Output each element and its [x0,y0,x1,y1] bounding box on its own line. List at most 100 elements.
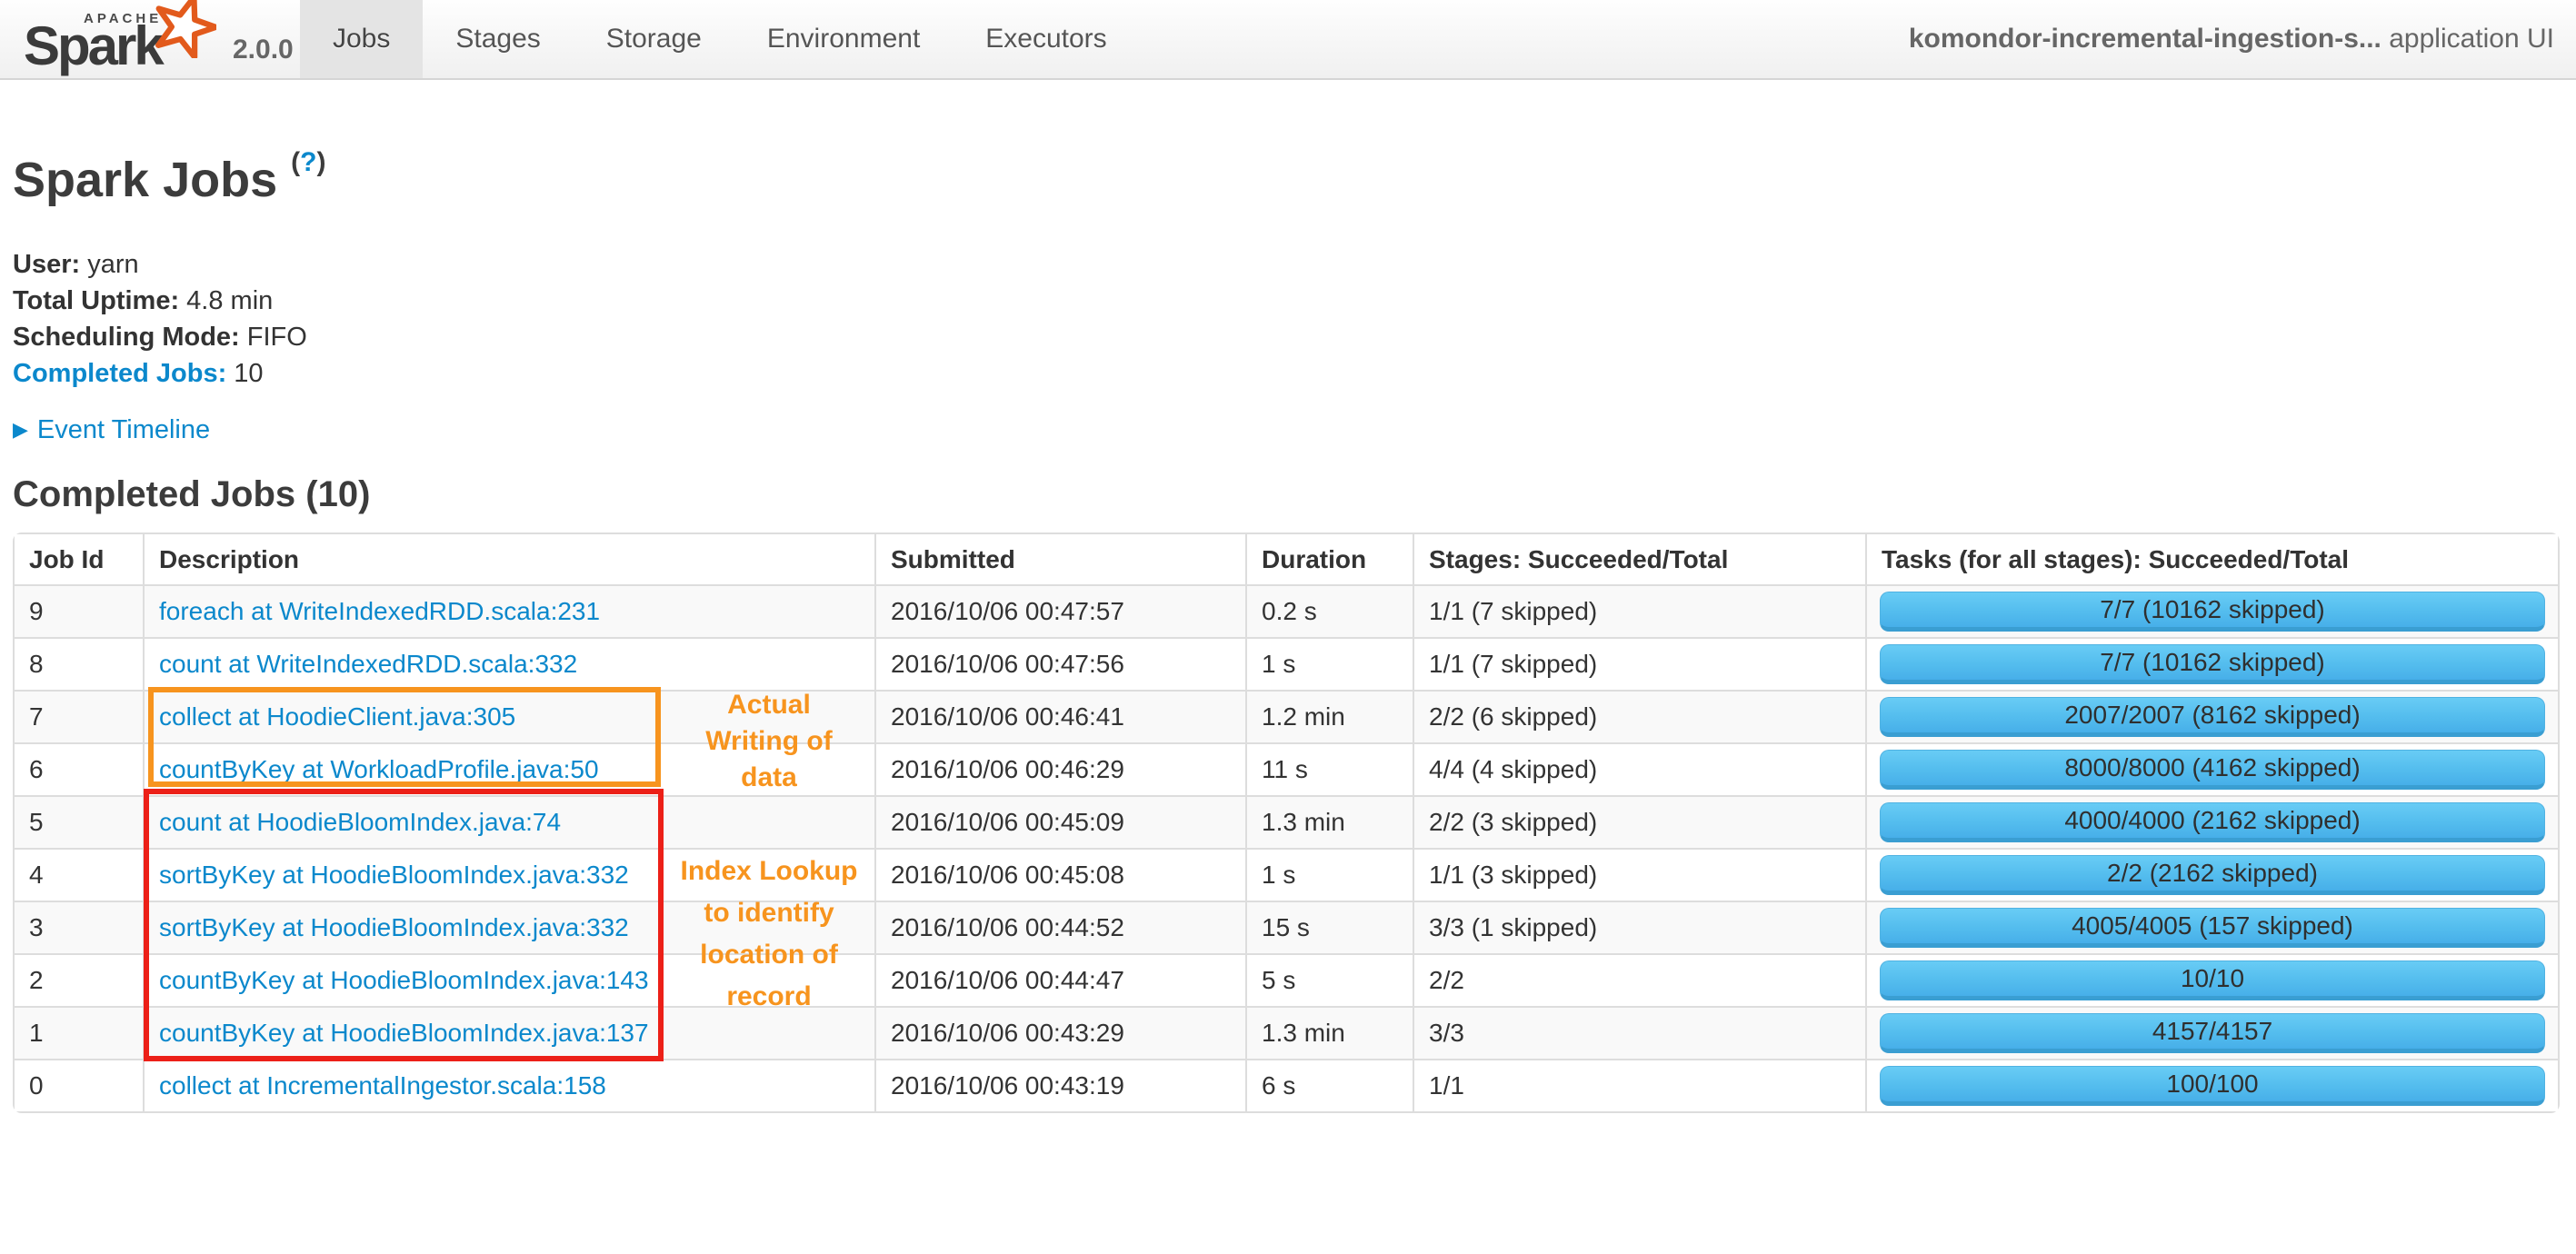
spark-star-icon [155,0,216,58]
expand-arrow-icon: ▶ [13,418,28,441]
job-duration-cell: 11 s [1245,742,1413,795]
application-name: komondor-incremental-ingestion-s... appl… [1909,0,2554,78]
job-submitted-cell: 2016/10/06 00:45:08 [874,848,1245,901]
job-description-link[interactable]: count at HoodieBloomIndex.java:74 [159,808,561,836]
job-tasks-cell: 4157/4157 [1865,1006,2558,1059]
task-progress-bar: 2007/2007 (8162 skipped) [1880,697,2545,737]
job-stages-cell: 2/2 (3 skipped) [1413,795,1865,848]
task-progress-label: 4000/4000 (2162 skipped) [2064,806,2361,834]
job-description-link[interactable]: countByKey at HoodieBloomIndex.java:143 [159,966,649,994]
table-row: 9 foreach at WriteIndexedRDD.scala:231 201… [15,584,2558,637]
job-description-cell: count at HoodieBloomIndex.java:74 [143,795,874,848]
job-submitted-cell: 2016/10/06 00:47:56 [874,637,1245,690]
help-sup: (?) [291,147,326,177]
completed-jobs-heading: Completed Jobs (10) [13,474,371,514]
column-header[interactable]: Stages: Succeeded/Total [1413,534,1865,584]
table-row: 5 count at HoodieBloomIndex.java:74 2016/1… [15,795,2558,848]
job-description-link[interactable]: countByKey at HoodieBloomIndex.java:137 [159,1019,649,1047]
table-row: 0 collect at IncrementalIngestor.scala:15… [15,1059,2558,1111]
task-progress-label: 2/2 (2162 skipped) [2107,859,2318,887]
summary-label: Total Uptime: [13,286,180,315]
job-stages-cell: 1/1 (7 skipped) [1413,637,1865,690]
column-header[interactable]: Submitted [874,534,1245,584]
task-progress-label: 4157/4157 [2152,1017,2273,1045]
job-duration-cell: 6 s [1245,1059,1413,1111]
job-description-cell: countByKey at HoodieBloomIndex.java:143 [143,953,874,1006]
job-tasks-cell: 2/2 (2162 skipped) [1865,848,2558,901]
table-header-row: Job Id Description Submitted Duration Stages… [15,534,2558,584]
job-duration-cell: 1.3 min [1245,795,1413,848]
job-submitted-cell: 2016/10/06 00:43:19 [874,1059,1245,1111]
task-progress-bar: 4157/4157 [1880,1013,2545,1053]
job-id-cell: 2 [15,953,143,1006]
table-row: 7 collect at HoodieClient.java:305 2016/10… [15,690,2558,742]
task-progress-label: 8000/8000 (4162 skipped) [2064,753,2361,781]
application-name-bold: komondor-incremental-ingestion-s... [1908,24,2381,54]
job-submitted-cell: 2016/10/06 00:46:29 [874,742,1245,795]
job-description-link[interactable]: countByKey at WorkloadProfile.java:50 [159,755,599,783]
job-id-cell: 8 [15,637,143,690]
task-progress-label: 4005/4005 (157 skipped) [2072,911,2353,940]
summary-label: Scheduling Mode: [13,323,240,352]
tab-stages[interactable]: Stages [423,0,573,78]
job-tasks-cell: 10/10 [1865,953,2558,1006]
job-description-link[interactable]: collect at IncrementalIngestor.scala:158 [159,1071,606,1100]
job-description-link[interactable]: sortByKey at HoodieBloomIndex.java:332 [159,913,629,941]
job-description-link[interactable]: count at WriteIndexedRDD.scala:332 [159,650,577,678]
job-stages-cell: 1/1 [1413,1059,1865,1111]
job-description-link[interactable]: collect at HoodieClient.java:305 [159,702,515,731]
job-submitted-cell: 2016/10/06 00:47:57 [874,584,1245,637]
table-row: 4 sortByKey at HoodieBloomIndex.java:332 2… [15,848,2558,901]
tab-executors[interactable]: Executors [953,0,1139,78]
task-progress-bar: 8000/8000 (4162 skipped) [1880,750,2545,790]
job-stages-cell: 3/3 [1413,1006,1865,1059]
column-header[interactable]: Description [143,534,874,584]
task-progress-bar: 7/7 (10162 skipped) [1880,644,2545,684]
job-description-cell: countByKey at WorkloadProfile.java:50 [143,742,874,795]
job-id-cell: 9 [15,584,143,637]
job-description-cell: collect at HoodieClient.java:305 [143,690,874,742]
job-submitted-cell: 2016/10/06 00:43:29 [874,1006,1245,1059]
navbar: APACHE Spark 2.0.0 Jobs Stages Storage Envi… [0,0,2576,80]
job-submitted-cell: 2016/10/06 00:44:47 [874,953,1245,1006]
job-description-cell: collect at IncrementalIngestor.scala:158 [143,1059,874,1111]
page-title-text: Spark Jobs [13,153,278,207]
task-progress-bar: 4000/4000 (2162 skipped) [1880,802,2545,842]
tab-environment[interactable]: Environment [734,0,953,78]
table-row: 2 countByKey at HoodieBloomIndex.java:143… [15,953,2558,1006]
job-tasks-cell: 8000/8000 (4162 skipped) [1865,742,2558,795]
spark-wordmark: Spark [24,15,165,76]
task-progress-bar: 7/7 (10162 skipped) [1880,592,2545,632]
job-stages-cell: 1/1 (3 skipped) [1413,848,1865,901]
column-header[interactable]: Duration [1245,534,1413,584]
table-row: 1 countByKey at HoodieBloomIndex.java:137… [15,1006,2558,1059]
job-duration-cell: 0.2 s [1245,584,1413,637]
job-tasks-cell: 2007/2007 (8162 skipped) [1865,690,2558,742]
column-header[interactable]: Tasks (for all stages): Succeeded/Total [1865,534,2558,584]
tab-jobs[interactable]: Jobs [300,0,424,78]
column-header[interactable]: Job Id [15,534,143,584]
tab-storage[interactable]: Storage [574,0,734,78]
help-question-link[interactable]: ? [300,147,316,177]
jobs-table-wrap: Job Id Description Submitted Duration Stages… [13,532,2560,1113]
job-id-cell: 4 [15,848,143,901]
task-progress-bar: 10/10 [1880,960,2545,1000]
job-submitted-cell: 2016/10/06 00:46:41 [874,690,1245,742]
completed-jobs-link[interactable]: Completed Jobs: [13,359,226,388]
navbar-tabs: Jobs Stages Storage Environment Executors [300,0,1140,78]
job-duration-cell: 15 s [1245,901,1413,953]
spark-logo: APACHE Spark 2.0.0 [0,0,300,78]
summary-item-total-uptime: Total Uptime: 4.8 min [13,286,274,315]
job-duration-cell: 1.3 min [1245,1006,1413,1059]
job-tasks-cell: 4000/4000 (2162 skipped) [1865,795,2558,848]
summary-list: User: yarn Total Uptime: 4.8 min Schedulin… [13,246,2576,392]
task-progress-label: 100/100 [2166,1070,2259,1098]
job-stages-cell: 1/1 (7 skipped) [1413,584,1865,637]
job-description-link[interactable]: foreach at WriteIndexedRDD.scala:231 [159,597,600,625]
job-id-cell: 5 [15,795,143,848]
job-stages-cell: 4/4 (4 skipped) [1413,742,1865,795]
event-timeline-toggle[interactable]: ▶ Event Timeline [13,415,2576,445]
job-submitted-cell: 2016/10/06 00:44:52 [874,901,1245,953]
job-description-cell: sortByKey at HoodieBloomIndex.java:332 [143,848,874,901]
job-description-link[interactable]: sortByKey at HoodieBloomIndex.java:332 [159,861,629,889]
